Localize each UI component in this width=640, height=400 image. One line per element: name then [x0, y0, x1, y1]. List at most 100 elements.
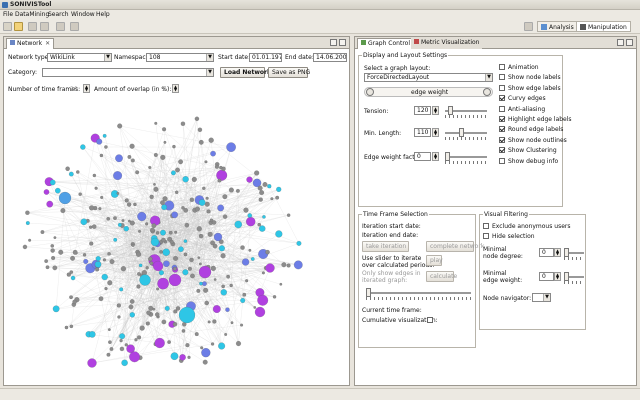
graph-node[interactable] — [161, 237, 166, 243]
tab-network[interactable]: Network ✕ — [6, 38, 55, 49]
graph-node[interactable] — [150, 227, 155, 233]
graph-node[interactable] — [240, 245, 245, 250]
graph-node[interactable] — [153, 260, 164, 272]
graph-node[interactable] — [246, 216, 256, 227]
time-frame-thumb[interactable] — [366, 288, 371, 297]
graph-node[interactable] — [167, 340, 171, 344]
graph-node[interactable] — [113, 237, 118, 242]
overlap-spinner[interactable]: ▲ ▼ — [172, 84, 179, 93]
graph-node[interactable] — [170, 352, 179, 360]
graph-node[interactable] — [187, 355, 191, 359]
graph-node[interactable] — [198, 262, 202, 266]
layout-select[interactable]: ForceDirectedLayout ▼ — [364, 73, 493, 82]
graph-node[interactable] — [100, 195, 104, 199]
menu-datamining[interactable]: DataMining — [15, 11, 49, 18]
graph-node[interactable] — [243, 207, 249, 213]
graph-node[interactable] — [198, 199, 206, 206]
graph-node[interactable] — [58, 249, 64, 255]
graph-node[interactable] — [152, 307, 156, 311]
graph-node[interactable] — [95, 256, 101, 262]
graph-node[interactable] — [129, 220, 135, 226]
graph-node[interactable] — [226, 142, 236, 152]
graph-node[interactable] — [194, 332, 199, 337]
graph-node[interactable] — [202, 359, 208, 365]
graph-node[interactable] — [52, 305, 60, 313]
graph-node[interactable] — [25, 221, 30, 225]
graph-node[interactable] — [45, 265, 50, 270]
graph-node[interactable] — [163, 260, 170, 268]
graph-node[interactable] — [68, 171, 74, 177]
graph-node[interactable] — [187, 266, 192, 271]
graph-node[interactable] — [203, 287, 209, 293]
graph-node[interactable] — [82, 253, 87, 257]
graph-node[interactable] — [80, 144, 86, 150]
graph-node[interactable] — [183, 239, 188, 243]
graph-node[interactable] — [158, 270, 164, 276]
graph-node[interactable] — [161, 319, 167, 325]
graph-node[interactable] — [296, 240, 302, 246]
graph-node[interactable] — [173, 256, 178, 261]
graph-node[interactable] — [172, 322, 178, 327]
graph-node[interactable] — [104, 287, 108, 291]
graph-node[interactable] — [50, 244, 55, 248]
graph-node[interactable] — [247, 213, 253, 218]
graph-node[interactable] — [148, 256, 153, 262]
graph-node[interactable] — [160, 154, 166, 160]
graph-node[interactable] — [168, 273, 182, 287]
graph-node[interactable] — [222, 194, 228, 200]
graph-node[interactable] — [137, 335, 142, 340]
graph-node[interactable] — [265, 263, 275, 273]
edge-weight-factor-slider[interactable] — [445, 156, 487, 158]
graph-node[interactable] — [210, 150, 216, 157]
graph-node[interactable] — [199, 281, 203, 286]
graph-node[interactable] — [171, 211, 178, 219]
graph-node[interactable] — [173, 266, 177, 271]
perspective-manipulation[interactable]: Manipulation — [576, 21, 631, 32]
graph-node[interactable] — [196, 226, 202, 232]
graph-node[interactable] — [117, 123, 123, 129]
graph-node[interactable] — [212, 305, 221, 313]
graph-node[interactable] — [262, 182, 268, 187]
time-frame-slider[interactable] — [366, 292, 471, 294]
graph-node[interactable] — [150, 237, 160, 247]
hide-selection-checkbox[interactable] — [483, 233, 489, 239]
graph-node[interactable] — [157, 277, 169, 290]
graph-node[interactable] — [198, 265, 212, 279]
minimize-icon[interactable] — [330, 39, 337, 46]
graph-node[interactable] — [202, 281, 207, 286]
arrow-icon[interactable] — [70, 22, 79, 31]
graph-node[interactable] — [148, 165, 152, 169]
load-network-button[interactable]: Load Network — [220, 67, 271, 78]
min-node-degree-thumb[interactable] — [564, 248, 569, 257]
tension-field[interactable]: 120 — [414, 106, 431, 115]
graph-node[interactable] — [145, 222, 149, 226]
graph-node[interactable] — [253, 306, 257, 309]
graph-node[interactable] — [99, 153, 104, 158]
graph-node[interactable] — [49, 179, 56, 186]
open-perspective-icon[interactable] — [524, 22, 533, 31]
min-edge-weight-thumb[interactable] — [564, 272, 569, 281]
graph-node[interactable] — [149, 261, 154, 266]
graph-node[interactable] — [213, 232, 223, 242]
graph-node[interactable] — [206, 209, 211, 214]
graph-node[interactable] — [138, 229, 141, 233]
graph-node[interactable] — [219, 165, 223, 170]
graph-node[interactable] — [224, 333, 228, 336]
graph-node[interactable] — [197, 256, 201, 260]
graph-node[interactable] — [261, 271, 265, 275]
graph-node[interactable] — [136, 284, 141, 289]
graph-node[interactable] — [162, 248, 170, 256]
graph-node[interactable] — [55, 187, 61, 194]
graph-node[interactable] — [178, 159, 183, 165]
graph-node[interactable] — [83, 259, 89, 264]
graph-node[interactable] — [286, 213, 291, 217]
graph-node[interactable] — [128, 304, 134, 310]
graph-node[interactable] — [189, 257, 194, 263]
end-date-field[interactable]: 14.06.2008 — [313, 53, 347, 62]
graph-node[interactable] — [194, 206, 200, 212]
graph-node[interactable] — [235, 341, 241, 347]
graph-node[interactable] — [217, 204, 224, 212]
graph-node[interactable] — [98, 296, 104, 302]
graph-node[interactable] — [64, 325, 69, 330]
graph-node[interactable] — [131, 243, 135, 247]
